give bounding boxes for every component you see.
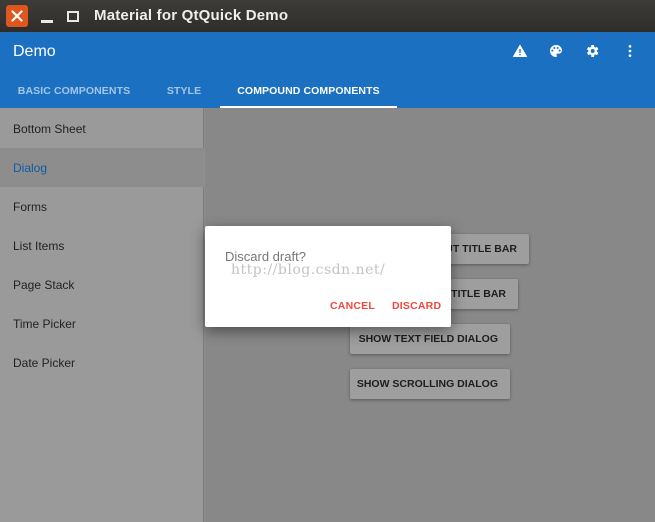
app-bar: Demo BASIC COMPONENTS STYLE COMPOUND COM…: [0, 32, 655, 108]
warning-icon: [512, 44, 528, 57]
tab-style[interactable]: STYLE: [148, 74, 220, 108]
sidebar-item-page-stack[interactable]: Page Stack: [0, 265, 204, 304]
minimize-icon: [41, 20, 53, 23]
watermark-text: http://blog.csdn.net/: [231, 262, 386, 278]
window-minimize-button[interactable]: [36, 5, 58, 27]
show-scrolling-dialog-button[interactable]: SHOW SCROLLING DIALOG: [350, 369, 510, 399]
more-vert-icon: [628, 45, 632, 57]
tab-compound-components[interactable]: COMPOUND COMPONENTS: [220, 74, 397, 108]
sidebar: Bottom Sheet Dialog Forms List Items Pag…: [0, 108, 204, 522]
sidebar-item-date-picker[interactable]: Date Picker: [0, 343, 204, 382]
window-close-button[interactable]: [6, 5, 28, 27]
settings-action-button[interactable]: [583, 42, 601, 60]
window-maximize-button[interactable]: [62, 5, 84, 27]
more-action-button[interactable]: [621, 42, 639, 60]
sidebar-item-list-items[interactable]: List Items: [0, 226, 204, 265]
discard-draft-dialog: Discard draft? http://blog.csdn.net/ CAN…: [205, 226, 451, 327]
cancel-button[interactable]: CANCEL: [330, 300, 375, 312]
palette-icon: [550, 45, 562, 57]
sidebar-item-time-picker[interactable]: Time Picker: [0, 304, 204, 343]
sidebar-item-bottom-sheet[interactable]: Bottom Sheet: [0, 109, 204, 148]
show-text-field-dialog-button[interactable]: SHOW TEXT FIELD DIALOG: [350, 324, 510, 354]
sidebar-item-dialog[interactable]: Dialog: [0, 148, 204, 187]
page-title: Demo: [13, 43, 56, 60]
tab-bar: BASIC COMPONENTS STYLE COMPOUND COMPONEN…: [0, 74, 655, 108]
window-title: Material for QtQuick Demo: [94, 7, 289, 24]
warning-action-button[interactable]: [511, 42, 529, 60]
maximize-icon: [67, 10, 79, 22]
palette-action-button[interactable]: [547, 42, 565, 60]
settings-icon: [586, 45, 599, 57]
window-titlebar: Material for QtQuick Demo: [0, 0, 655, 32]
tab-basic-components[interactable]: BASIC COMPONENTS: [0, 74, 148, 108]
discard-button[interactable]: DISCARD: [392, 300, 441, 312]
sidebar-item-forms[interactable]: Forms: [0, 187, 204, 226]
close-icon: [11, 10, 23, 22]
